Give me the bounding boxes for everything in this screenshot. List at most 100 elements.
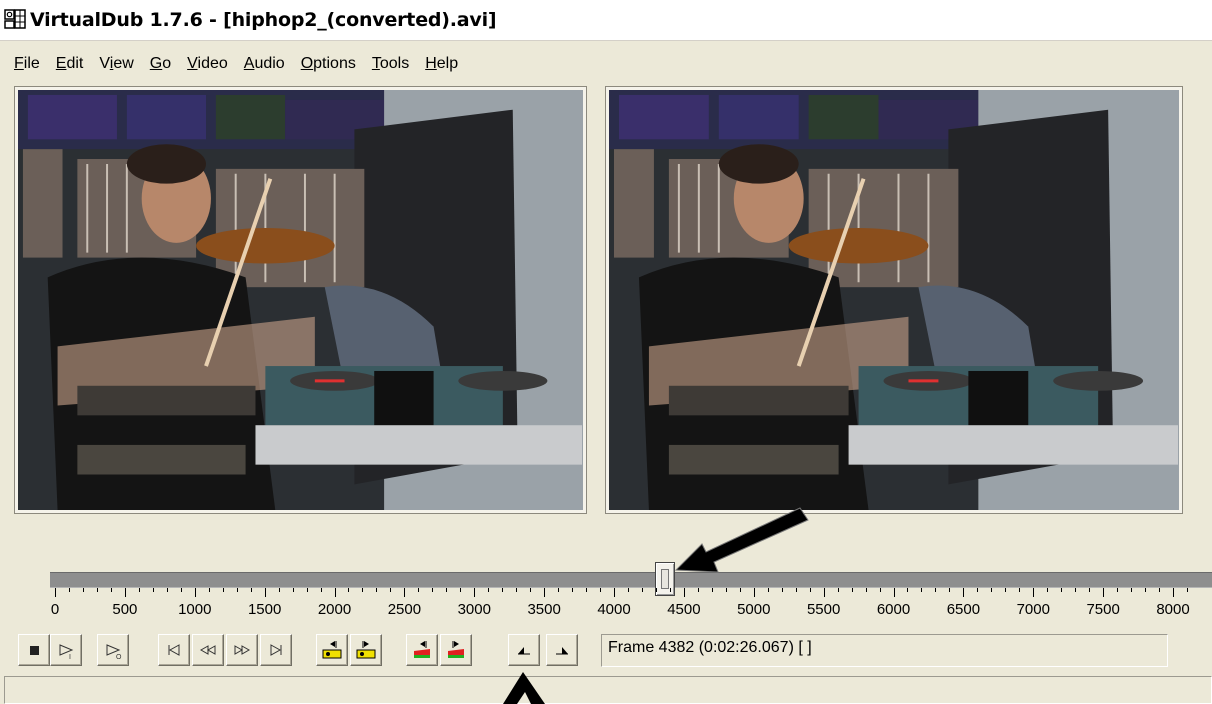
step-forward-button[interactable] [226, 634, 258, 666]
ruler-minor-tick [1075, 588, 1077, 592]
ruler-tick-label: 6000 [876, 601, 911, 618]
ruler-minor-tick [502, 588, 504, 592]
ruler-minor-tick [572, 588, 574, 592]
ruler-minor-tick [795, 588, 797, 592]
play-input-button[interactable]: I [50, 634, 82, 666]
ruler-minor-tick [110, 588, 112, 592]
ruler-tick-label: 5000 [737, 601, 771, 618]
window-title: VirtualDub 1.7.6 - [hiphop2_(converted).… [30, 9, 497, 31]
ruler-minor-tick [907, 588, 909, 592]
ruler-minor-tick [1145, 588, 1147, 592]
ruler-tick-label: 500 [112, 601, 138, 618]
ruler-minor-tick [250, 588, 252, 592]
ruler-minor-tick [432, 588, 434, 592]
ruler-tick [334, 588, 336, 597]
ruler-tick [963, 588, 965, 597]
ruler-tick [474, 588, 476, 597]
ruler-minor-tick [921, 588, 923, 592]
ruler-tick-label: 0 [50, 601, 60, 618]
ruler-tick [55, 588, 56, 597]
video-frame-image [18, 90, 583, 510]
timeline-ruler: 0 500 1000 1500 2000 2500 3000 3500 4000 4500 5000… [0, 588, 1212, 628]
virtualdub-app-icon[interactable] [4, 8, 26, 30]
ruler-minor-tick [935, 588, 937, 592]
stop-button[interactable] [18, 634, 50, 666]
output-video-pane[interactable] [606, 87, 1182, 513]
menu-file[interactable]: File [14, 55, 40, 73]
next-scene-icon [448, 641, 464, 658]
menu-tools[interactable]: Tools [372, 55, 409, 73]
next-keyframe-icon [356, 641, 376, 659]
ruler-minor-tick [1047, 588, 1049, 592]
ruler-minor-tick [1061, 588, 1063, 592]
menu-view[interactable]: View [99, 55, 133, 73]
svg-text:I: I [69, 654, 71, 661]
ruler-minor-tick [558, 588, 560, 592]
ruler-minor-tick [809, 588, 811, 592]
ruler-minor-tick [879, 588, 881, 592]
mark-in-icon [518, 647, 530, 655]
ruler-minor-tick [362, 588, 364, 592]
step-backward-icon [199, 645, 216, 655]
ruler-minor-tick [1131, 588, 1133, 592]
timeline-track[interactable] [50, 572, 1212, 588]
ruler-tick-label: 4500 [667, 601, 701, 618]
ruler-tick [823, 588, 825, 597]
ruler-tick-label: 1000 [178, 601, 212, 618]
menu-edit[interactable]: Edit [56, 55, 84, 73]
ruler-tick [1033, 588, 1035, 597]
ruler-minor-tick [68, 588, 70, 592]
ruler-minor-tick [865, 588, 867, 592]
ruler-tick [893, 588, 895, 597]
ruler-minor-tick [236, 588, 238, 592]
step-backward-button[interactable] [192, 634, 224, 666]
ruler-minor-tick [949, 588, 951, 592]
ruler-tick [1103, 588, 1105, 597]
menu-go[interactable]: Go [150, 55, 171, 73]
ruler-minor-tick [1186, 588, 1188, 592]
prev-scene-button[interactable] [406, 634, 438, 666]
ruler-minor-tick [278, 588, 280, 592]
play-output-button[interactable]: O [97, 634, 129, 666]
next-keyframe-button[interactable] [350, 634, 382, 666]
ruler-tick-label: 3000 [457, 601, 491, 618]
title-bar: VirtualDub 1.7.6 - [hiphop2_(converted).… [0, 0, 1212, 41]
ruler-tick-label: 4000 [597, 601, 631, 618]
ruler-tick [544, 588, 546, 597]
ruler-minor-tick [1159, 588, 1161, 592]
ruler-tick-label: 2000 [317, 601, 352, 618]
svg-text:O: O [116, 654, 122, 661]
ruler-minor-tick [152, 588, 154, 592]
ruler-minor-tick [488, 588, 490, 592]
status-bar [4, 676, 1212, 704]
menu-video[interactable]: Video [187, 55, 228, 73]
play-input-icon: I [59, 644, 74, 661]
ruler-minor-tick [292, 588, 294, 592]
ruler-minor-tick [208, 588, 210, 592]
video-frame-image [609, 90, 1179, 510]
ruler-minor-tick [977, 588, 979, 592]
ruler-minor-tick [418, 588, 420, 592]
menu-audio[interactable]: Audio [244, 55, 285, 73]
ruler-minor-tick [655, 588, 657, 592]
ruler-minor-tick [306, 588, 308, 592]
ruler-tick-label: 6500 [946, 601, 981, 618]
next-scene-button[interactable] [440, 634, 472, 666]
go-to-start-button[interactable] [158, 634, 190, 666]
go-to-start-icon [168, 644, 180, 656]
ruler-minor-tick [348, 588, 350, 592]
ruler-minor-tick [837, 588, 839, 592]
mark-in-button[interactable] [508, 634, 540, 666]
ruler-minor-tick [390, 588, 392, 592]
prev-keyframe-icon [322, 641, 342, 659]
prev-keyframe-button[interactable] [316, 634, 348, 666]
ruler-minor-tick [1117, 588, 1119, 592]
go-to-end-button[interactable] [260, 634, 292, 666]
ruler-tick [1173, 588, 1174, 597]
ruler-minor-tick [711, 588, 713, 592]
mark-out-button[interactable] [546, 634, 578, 666]
menu-help[interactable]: Help [425, 55, 458, 73]
ruler-tick [753, 588, 755, 597]
input-video-pane[interactable] [15, 87, 586, 513]
menu-options[interactable]: Options [301, 55, 356, 73]
